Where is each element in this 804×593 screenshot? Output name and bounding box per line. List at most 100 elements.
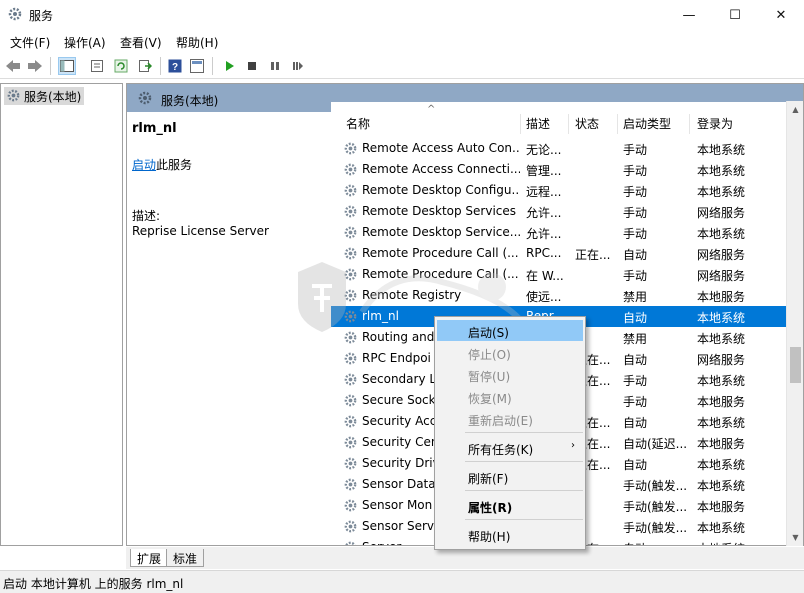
- menu-item-refresh[interactable]: 刷新(F): [437, 466, 583, 487]
- scroll-up-icon[interactable]: ▲: [787, 101, 804, 118]
- menu-item-stop[interactable]: 停止(O): [437, 342, 583, 363]
- show-tree-icon[interactable]: [58, 57, 76, 75]
- menu-item-resume[interactable]: 恢复(M): [437, 386, 583, 407]
- menu-item-properties[interactable]: 属性(R): [437, 495, 583, 516]
- refresh-icon[interactable]: [112, 57, 130, 75]
- cell-status: 正在...: [575, 248, 611, 262]
- cell-startup: 手动: [623, 164, 648, 178]
- pause-service-icon[interactable]: [266, 57, 284, 75]
- console-view-icon[interactable]: [188, 57, 206, 75]
- maximize-button[interactable]: ☐: [712, 0, 758, 30]
- column-divider: [520, 114, 521, 134]
- vertical-scrollbar[interactable]: ▲ ▼: [786, 101, 803, 546]
- cell-logon: 本地系统: [697, 332, 746, 346]
- service-gear-icon: [344, 205, 357, 218]
- minimize-button[interactable]: —: [666, 0, 712, 30]
- toolbar-separator: [50, 57, 51, 75]
- menu-item-start[interactable]: 启动(S): [437, 320, 583, 341]
- help-icon[interactable]: ?: [166, 57, 184, 75]
- close-button[interactable]: ✕: [758, 0, 804, 30]
- selected-service-name: rlm_nl: [132, 121, 177, 136]
- cell-logon: 本地系统: [697, 479, 746, 493]
- column-header-description[interactable]: 描述: [526, 115, 550, 132]
- cell-startup: 自动: [623, 353, 648, 367]
- stop-service-icon[interactable]: [243, 57, 261, 75]
- cell-logon: 本地系统: [697, 521, 746, 535]
- table-row[interactable]: Remote Desktop Configu... 远程... 手动 本地系统: [331, 180, 803, 201]
- service-gear-icon: [344, 226, 357, 239]
- cell-startup: 自动: [623, 416, 648, 430]
- column-header-logon-as[interactable]: 登录为: [697, 115, 733, 132]
- cell-logon: 本地系统: [697, 143, 746, 157]
- cell-logon: 网络服务: [697, 353, 746, 367]
- cell-desc: 无论...: [526, 143, 562, 157]
- toolbar-separator: [212, 57, 213, 75]
- forward-icon[interactable]: [26, 57, 44, 75]
- service-gear-icon: [344, 142, 357, 155]
- services-gear-icon: [8, 7, 22, 21]
- menu-separator: [465, 432, 583, 433]
- cell-logon: 本地系统: [697, 374, 746, 388]
- description-value: Reprise License Server: [132, 224, 269, 238]
- cell-logon: 本地系统: [697, 185, 746, 199]
- cell-name: Remote Desktop Service...: [362, 225, 520, 239]
- column-header-startup-type[interactable]: 启动类型: [623, 115, 671, 132]
- service-gear-icon: [344, 289, 357, 302]
- cell-startup: 自动: [623, 540, 693, 545]
- cell-logon: 本地服务: [697, 395, 746, 409]
- menu-item-help[interactable]: 帮助(H): [437, 524, 583, 545]
- service-gear-icon: [344, 310, 357, 323]
- table-row[interactable]: Remote Access Connecti... 管理... 手动 本地系统: [331, 159, 803, 180]
- title-bar: 服务 — ☐ ✕: [0, 0, 804, 30]
- start-service-icon[interactable]: [220, 57, 238, 75]
- properties-sheet-icon[interactable]: [88, 57, 106, 75]
- cell-startup: 手动(触发...: [623, 479, 688, 493]
- scrollbar-thumb[interactable]: [790, 347, 801, 383]
- table-row[interactable]: Remote Access Auto Con... 无论... 手动 本地系统: [331, 138, 803, 159]
- menu-item-pause[interactable]: 暂停(U): [437, 364, 583, 385]
- column-header-name[interactable]: 名称: [346, 115, 370, 132]
- menu-item-all-tasks[interactable]: 所有任务(K) ›: [437, 437, 583, 458]
- service-gear-icon: [344, 352, 357, 365]
- table-row[interactable]: Remote Procedure Call (... RPC... 正在... 自动 网…: [331, 243, 803, 264]
- service-gear-icon: [344, 268, 357, 281]
- menu-file[interactable]: 文件(F): [10, 34, 50, 51]
- column-header-status[interactable]: 状态: [575, 115, 599, 132]
- export-list-icon[interactable]: [136, 57, 154, 75]
- table-row[interactable]: Remote Procedure Call (... 在 W... 手动 网络服务: [331, 264, 803, 285]
- sort-ascending-icon: ^: [427, 104, 436, 115]
- menu-action[interactable]: 操作(A): [64, 34, 106, 51]
- status-text: 启动 本地计算机 上的服务 rlm_nl: [3, 577, 184, 591]
- tab-standard[interactable]: 标准: [166, 549, 205, 567]
- cell-desc: 允许...: [526, 206, 562, 220]
- submenu-arrow-icon: ›: [571, 440, 575, 451]
- cell-startup: 禁用: [623, 332, 648, 346]
- service-gear-icon: [344, 373, 357, 386]
- service-gear-icon: [344, 499, 357, 512]
- table-row[interactable]: Remote Registry 使远... 禁用 本地服务: [331, 285, 803, 306]
- back-icon[interactable]: [4, 57, 22, 75]
- tree-item-services-local[interactable]: 服务(本地): [4, 87, 85, 105]
- header-label: 服务(本地): [161, 94, 219, 108]
- menu-view[interactable]: 查看(V): [120, 34, 162, 51]
- cell-desc: 管理...: [526, 164, 562, 178]
- table-row[interactable]: Remote Desktop Services 允许... 手动 网络服务: [331, 201, 803, 222]
- start-service-suffix: 此服务: [156, 158, 193, 172]
- menu-help[interactable]: 帮助(H): [176, 34, 218, 51]
- table-row[interactable]: Remote Desktop Service... 允许... 手动 本地系统: [331, 222, 803, 243]
- scroll-down-icon[interactable]: ▼: [787, 529, 804, 546]
- tree-pane: 服务(本地): [0, 83, 123, 546]
- cell-desc: 使远...: [526, 290, 562, 304]
- restart-service-icon[interactable]: [289, 57, 307, 75]
- extended-description-panel: rlm_nl 启动此服务 描述: Reprise License Server: [127, 112, 332, 545]
- service-gear-icon: [345, 541, 356, 545]
- tab-extended[interactable]: 扩展: [130, 549, 169, 567]
- menu-item-restart[interactable]: 重新启动(E): [437, 408, 583, 429]
- toolbar-separator: [160, 57, 161, 75]
- start-service-line: 启动此服务: [132, 156, 192, 173]
- cell-logon: 本地服务: [697, 500, 746, 514]
- menu-separator: [465, 519, 583, 520]
- cell-name: Remote Registry: [362, 288, 462, 302]
- cell-logon: 网络服务: [697, 206, 746, 220]
- start-service-link[interactable]: 启动: [132, 158, 156, 172]
